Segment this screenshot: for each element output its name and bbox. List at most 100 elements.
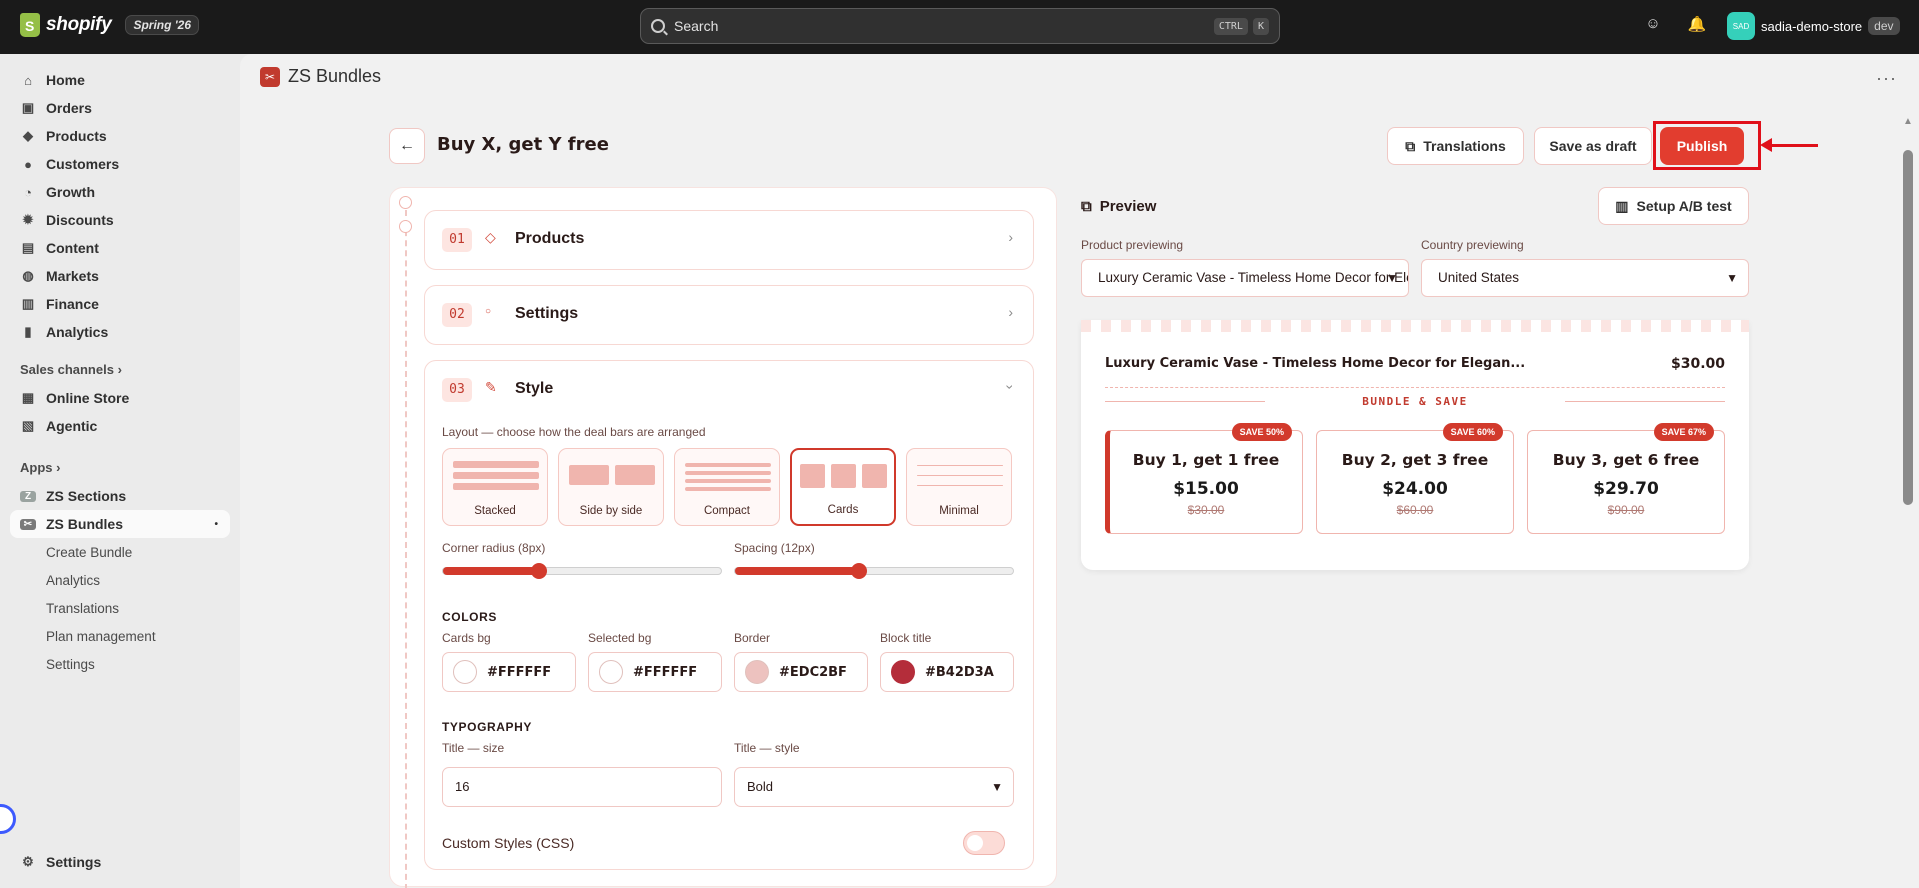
custom-css-toggle[interactable] [963, 831, 1005, 855]
sidebar-item-customers[interactable]: ● Customers [10, 150, 230, 178]
sidebar-item-online-store[interactable]: ▦ Online Store [10, 384, 230, 412]
country-preview-select[interactable]: United States ▼ [1421, 259, 1749, 297]
save-badge: SAVE 50% [1231, 423, 1292, 441]
sidebar-item-growth[interactable]: ◔ Growth [10, 178, 230, 206]
border-color-field[interactable]: #EDC2BF [734, 652, 868, 692]
sidebar-subitem-settings[interactable]: Settings [10, 650, 230, 678]
sidebar-subitem-create-bundle[interactable]: Create Bundle [10, 538, 230, 566]
search-bar[interactable]: Search CTRL K [640, 8, 1280, 44]
growth-icon: ◔ [24, 184, 32, 200]
cards-bg-color-field[interactable]: #FFFFFF [442, 652, 576, 692]
layout-preview-bar [685, 471, 771, 475]
translations-label: Translations [1423, 138, 1506, 154]
title-size-input[interactable]: 16 [442, 767, 722, 807]
sidebar-item-label: ZS Bundles [46, 516, 124, 532]
offer-card[interactable]: SAVE 60% Buy 2, get 3 free $24.00 $60.00 [1316, 423, 1514, 534]
layout-option-minimal[interactable]: Minimal [906, 448, 1012, 526]
chart-icon: ▮ [24, 324, 32, 339]
sidebar-item-zs-bundles[interactable]: ✂ ZS Bundles • [10, 510, 230, 538]
layout-option-label: Minimal [939, 505, 979, 517]
sidebar: ⌂ Home ▣ Orders ◆ Products ● Customers ◔ Grow… [0, 54, 240, 888]
layout-option-label: Side by side [579, 505, 643, 517]
pin-dot-icon: • [214, 518, 218, 530]
translations-button[interactable]: ⧉ Translations [1387, 127, 1524, 165]
sidebar-subitem-analytics[interactable]: Analytics [10, 566, 230, 594]
layout-option-side-by-side[interactable]: Side by side [558, 448, 664, 526]
layout-preview-bar [685, 463, 771, 467]
offer-card[interactable]: SAVE 67% Buy 3, get 6 free $29.70 $90.00 [1527, 423, 1725, 534]
product-preview-select[interactable]: Luxury Ceramic Vase - Timeless Home Deco… [1081, 259, 1409, 297]
sidebar-subitem-plan-management[interactable]: Plan management [10, 622, 230, 650]
offer-card[interactable]: SAVE 50% Buy 1, get 1 free $15.00 $30.00 [1105, 423, 1303, 534]
sidebar-item-finance[interactable]: ▥ Finance [10, 290, 230, 318]
bell-icon[interactable]: 🔔 [1687, 15, 1707, 35]
sidebar-item-analytics[interactable]: ▮ Analytics [10, 318, 230, 346]
brush-icon: ✎ [485, 379, 497, 395]
sidekick-icon[interactable]: ☺ [1643, 15, 1663, 35]
scrollbar-thumb[interactable] [1903, 150, 1913, 505]
sidebar-item-markets[interactable]: ◍ Markets [10, 262, 230, 290]
dot-icon: ○ [485, 306, 492, 317]
layout-option-cards[interactable]: Cards [790, 448, 896, 526]
sidebar-item-zs-sections[interactable]: Z ZS Sections [10, 482, 230, 510]
chevron-down-icon[interactable]: › [1003, 385, 1019, 390]
selected-bg-color-field[interactable]: #FFFFFF [588, 652, 722, 692]
sidebar-item-discounts[interactable]: ✹ Discounts [10, 206, 230, 234]
layout-option-label: Stacked [474, 505, 516, 517]
color-swatch[interactable] [599, 660, 623, 684]
select-value: Bold [747, 779, 774, 794]
gear-icon: ⚙ [22, 854, 34, 869]
color-swatch[interactable] [453, 660, 477, 684]
more-actions-icon[interactable]: ··· [1876, 68, 1897, 89]
sidebar-item-label: Orders [46, 100, 92, 116]
sidebar-item-products[interactable]: ◆ Products [10, 122, 230, 150]
bank-icon: ▥ [21, 296, 35, 311]
person-icon: ● [24, 156, 32, 172]
save-badge: SAVE 67% [1653, 423, 1714, 441]
step-products[interactable]: 01 ◇ Products › [424, 210, 1034, 270]
color-value: #FFFFFF [633, 664, 698, 680]
zs-bundles-icon: ✂ [20, 518, 36, 530]
brand-name: shopify [46, 14, 112, 35]
ab-test-button[interactable]: ▥ Setup A/B test [1598, 187, 1749, 225]
sidebar-subitem-translations[interactable]: Translations [10, 594, 230, 622]
block-title-color-field[interactable]: #B42D3A [880, 652, 1014, 692]
colors-heading: COLORS [442, 610, 497, 624]
sidebar-item-settings[interactable]: ⚙ Settings [10, 848, 230, 876]
shopify-logo[interactable]: shopify Spring '26 [20, 13, 200, 37]
apps-heading[interactable]: Apps › [20, 460, 60, 475]
sidebar-item-content[interactable]: ▤ Content [10, 234, 230, 262]
corner-radius-slider[interactable] [442, 563, 722, 579]
layout-preview-bar [453, 483, 539, 490]
title-style-select[interactable]: Bold ▼ [734, 767, 1014, 807]
step-number: 01 [442, 228, 472, 252]
sales-channels-heading[interactable]: Sales channels › [20, 362, 122, 377]
color-value: #EDC2BF [779, 664, 847, 680]
color-label: Block title [880, 631, 932, 645]
color-swatch[interactable] [745, 660, 769, 684]
back-button[interactable]: ← [389, 128, 425, 164]
save-draft-button[interactable]: Save as draft [1534, 127, 1652, 165]
scroll-up-icon[interactable]: ▲ [1903, 116, 1913, 127]
home-icon: ⌂ [24, 72, 32, 88]
layout-option-compact[interactable]: Compact [674, 448, 780, 526]
external-link-icon: ⧉ [1405, 137, 1416, 154]
layout-preview-bar [615, 465, 655, 485]
annotation-arrow-icon [1760, 138, 1818, 152]
spacing-slider[interactable] [734, 563, 1014, 579]
sidebar-item-home[interactable]: ⌂ Home [10, 66, 230, 94]
layout-option-stacked[interactable]: Stacked [442, 448, 548, 526]
layout-preview-bar [685, 479, 771, 483]
bundle-editor-panel: 01 ◇ Products › 02 ○ Settings › 03 ✎ Sty… [389, 187, 1057, 888]
sidebar-item-orders[interactable]: ▣ Orders [10, 94, 230, 122]
sidebar-item-agentic[interactable]: ▧ Agentic [10, 412, 230, 440]
app-header: ✂ ZS Bundles [260, 66, 381, 87]
color-swatch[interactable] [891, 660, 915, 684]
step-style: 03 ✎ Style › Layout — choose how the dea… [424, 360, 1034, 870]
slider-handle[interactable] [531, 563, 547, 579]
store-switcher[interactable]: SAD sadia-demo-store dev [1727, 12, 1900, 40]
discount-icon: ✹ [22, 212, 34, 227]
slider-handle[interactable] [851, 563, 867, 579]
layout-label: Layout — choose how the deal bars are ar… [442, 425, 706, 439]
step-settings[interactable]: 02 ○ Settings › [424, 285, 1034, 345]
